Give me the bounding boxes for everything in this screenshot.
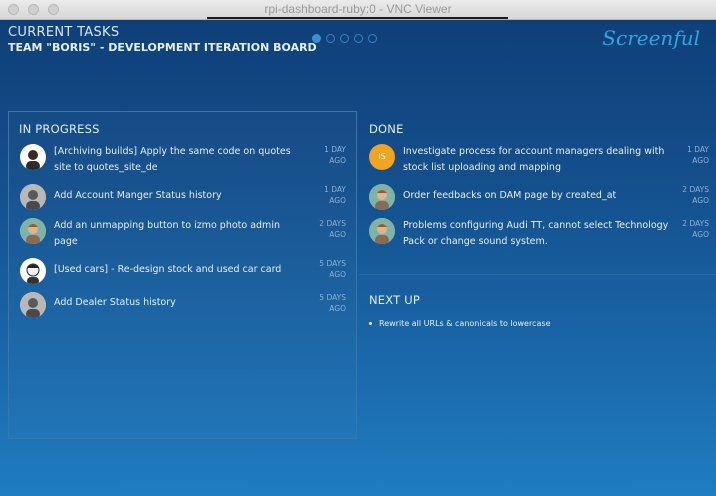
page-indicator — [312, 34, 377, 43]
task-age-suffix: AGO — [329, 156, 346, 165]
screenful-logo: Screenful — [602, 26, 700, 50]
list-item[interactable]: Order feedbacks on DAM page by created_a… — [369, 184, 709, 214]
task-text: Investigate process for account managers… — [403, 146, 665, 173]
dashboard: CURRENT TASKS TEAM "BORIS" - DEVELOPMENT… — [0, 20, 716, 496]
task-age: 1 DAY AGO — [671, 144, 709, 166]
task-text: Add Dealer Status history — [54, 297, 176, 308]
avatar — [20, 258, 46, 284]
board-subtitle: TEAM "BORIS" - DEVELOPMENT ITERATION BOA… — [8, 41, 317, 54]
avatar — [369, 218, 395, 244]
avatar — [20, 184, 46, 210]
task-text: Add Account Manger Status history — [54, 190, 222, 201]
task-age-value: 5 DAYS — [319, 259, 346, 268]
task-age-suffix: AGO — [692, 230, 709, 239]
task-age-suffix: AGO — [329, 196, 346, 205]
task-text: [Used cars] - Re-design stock and used c… — [54, 264, 282, 275]
task-age-suffix: AGO — [692, 196, 709, 205]
list-item[interactable]: [Used cars] - Re-design stock and used c… — [20, 258, 350, 288]
in-progress-title: IN PROGRESS — [19, 122, 100, 136]
task-age: 2 DAYS AGO — [671, 218, 709, 240]
bullet-icon — [369, 322, 372, 325]
done-title: DONE — [369, 122, 404, 136]
avatar: IS — [369, 144, 395, 170]
list-item[interactable]: Problems configuring Audi TT, cannot sel… — [369, 218, 709, 252]
avatar — [20, 292, 46, 318]
task-age-value: 1 DAY — [687, 145, 709, 154]
page-title: CURRENT TASKS — [8, 25, 120, 40]
task-age: 5 DAYS AGO — [310, 258, 346, 280]
task-age-value: 2 DAYS — [682, 185, 709, 194]
page-dot-1[interactable] — [312, 34, 321, 43]
section-divider — [359, 274, 716, 275]
page-dot-4[interactable] — [354, 34, 363, 43]
task-age: 1 DAY AGO — [310, 184, 346, 206]
task-text: Problems configuring Audi TT, cannot sel… — [403, 220, 669, 247]
task-age: 5 DAYS AGO — [310, 292, 346, 314]
task-age: 1 DAY AGO — [310, 144, 346, 166]
task-age: 2 DAYS AGO — [310, 218, 346, 240]
avatar — [20, 218, 46, 244]
window-title: rpi-dashboard-ruby:0 - VNC Viewer — [264, 2, 452, 16]
window-titlebar: rpi-dashboard-ruby:0 - VNC Viewer — [0, 0, 716, 20]
next-up-text: Rewrite all URLs & canonicals to lowerca… — [379, 319, 551, 328]
list-item[interactable]: IS Investigate process for account manag… — [369, 144, 709, 178]
task-age-value: 1 DAY — [324, 145, 346, 154]
avatar — [20, 144, 46, 170]
page-dot-3[interactable] — [340, 34, 349, 43]
list-item[interactable]: Add an unmapping button to izmo photo ad… — [20, 218, 350, 252]
task-age-suffix: AGO — [329, 230, 346, 239]
task-age-value: 2 DAYS — [682, 219, 709, 228]
title-underline — [207, 17, 508, 19]
list-item[interactable]: [Archiving builds] Apply the same code o… — [20, 144, 350, 178]
task-text: Order feedbacks on DAM page by created_a… — [403, 190, 617, 201]
next-up-title: NEXT UP — [369, 293, 420, 307]
task-text: Add an unmapping button to izmo photo ad… — [54, 220, 280, 247]
task-age-value: 1 DAY — [324, 185, 346, 194]
task-age: 2 DAYS AGO — [671, 184, 709, 206]
page-dot-2[interactable] — [326, 34, 335, 43]
task-age-suffix: AGO — [329, 270, 346, 279]
task-age-value: 2 DAYS — [319, 219, 346, 228]
task-age-suffix: AGO — [692, 156, 709, 165]
page-dot-5[interactable] — [368, 34, 377, 43]
task-text: [Archiving builds] Apply the same code o… — [54, 146, 291, 173]
avatar — [369, 184, 395, 210]
list-item[interactable]: Add Dealer Status history 5 DAYS AGO — [20, 292, 350, 322]
avatar-initials: IS — [378, 152, 386, 161]
task-age-value: 5 DAYS — [319, 293, 346, 302]
list-item[interactable]: Rewrite all URLs & canonicals to lowerca… — [369, 319, 550, 328]
task-age-suffix: AGO — [329, 304, 346, 313]
list-item[interactable]: Add Account Manger Status history 1 DAY … — [20, 184, 350, 214]
